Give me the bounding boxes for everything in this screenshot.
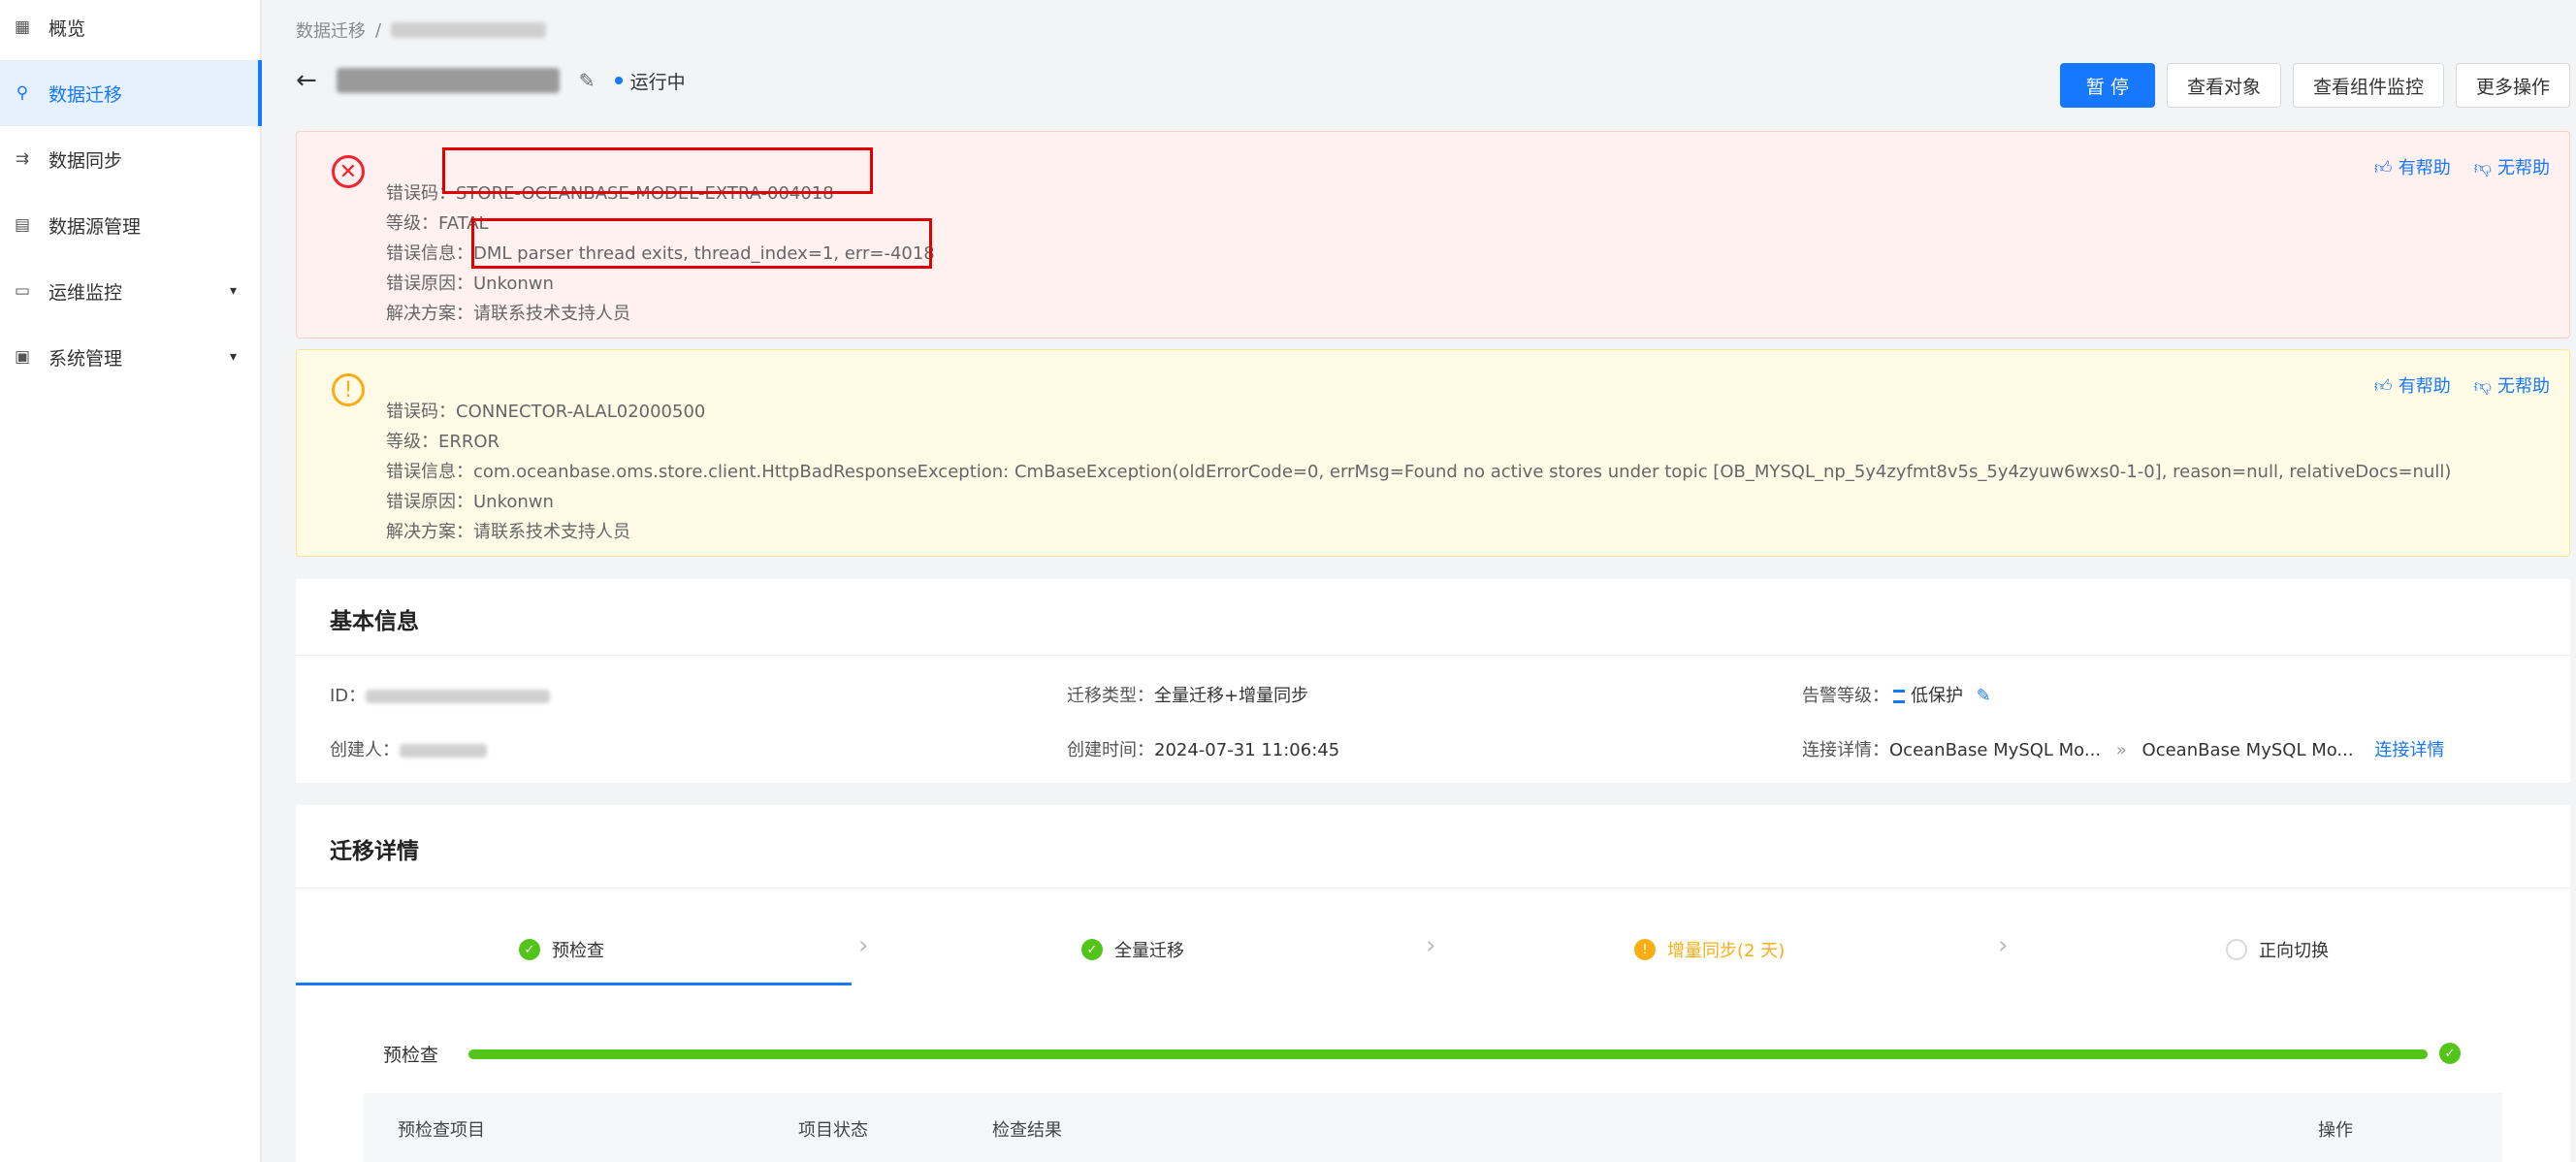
precheck-progress-bar xyxy=(468,1049,2428,1059)
status-badge: 运行中 xyxy=(614,68,686,94)
sidebar-item-monitor[interactable]: ▭ 运维监控 ▾ xyxy=(0,258,260,324)
sidebar-item-data-sync[interactable]: ⇉ 数据同步 xyxy=(0,126,260,192)
error-solution: 解决方案：请联系技术支持人员 xyxy=(386,304,630,324)
check-circle-icon: ✓ xyxy=(519,939,540,960)
chevron-down-icon[interactable]: ▾ xyxy=(230,349,237,365)
thumb-down-icon: 👎︎ xyxy=(2473,376,2492,397)
sync-icon: ⇉ xyxy=(15,149,30,169)
status-text: 运行中 xyxy=(629,71,686,93)
migration-detail-title: 迁移详情 xyxy=(330,839,419,864)
warning-circle-icon: ! xyxy=(332,373,365,406)
table-header-item: 预检查项目 xyxy=(398,1120,485,1141)
helpful-button[interactable]: 👍︎ 有帮助 xyxy=(2374,153,2451,183)
info-creator: 创建人： xyxy=(330,736,487,761)
warning-level: 等级：ERROR xyxy=(386,432,500,452)
breadcrumb-task-redacted xyxy=(391,22,547,38)
warning-alert: ! 👍︎ 有帮助 👎︎ 无帮助 错误码：CONNECTOR-ALAL02000500… xyxy=(296,349,2570,557)
monitor-icon: ▭ xyxy=(14,281,31,301)
action-toolbar: 暂 停 查看对象 查看组件监控 更多操作 xyxy=(2059,63,2570,108)
precheck-table-header: 预检查项目 项目状态 检查结果 操作 xyxy=(364,1093,2502,1162)
active-step-underline xyxy=(296,983,852,985)
sidebar: ▦ 概览 ⚲ 数据迁移 ⇉ 数据同步 ▤ 数据源管理 ▭ 运维监控 ▾ ▣ 系统… xyxy=(0,0,262,1162)
system-icon: ▣ xyxy=(14,347,31,367)
grid-icon: ▦ xyxy=(14,17,31,37)
thumb-up-icon: 👍︎ xyxy=(2373,158,2393,178)
alarm-level-icon xyxy=(1893,690,1905,703)
error-reason: 错误原因：Unkonwn xyxy=(386,274,554,294)
info-created-time: 创建时间：2024-07-31 11:06:45 xyxy=(1067,740,1340,760)
info-migration-type: 迁移类型：全量迁移+增量同步 xyxy=(1067,686,1309,706)
task-name-redacted xyxy=(336,68,560,93)
pending-circle-icon xyxy=(2226,939,2247,960)
pause-button[interactable]: 暂 停 xyxy=(2059,63,2155,108)
step-forward-switch[interactable]: 正向切换 xyxy=(2226,937,2329,962)
sidebar-item-data-migration[interactable]: ⚲ 数据迁移 xyxy=(0,60,262,126)
migrate-icon: ⚲ xyxy=(16,83,29,103)
precheck-progress-fill xyxy=(468,1049,2428,1059)
step-precheck[interactable]: ✓ 预检查 xyxy=(519,937,604,962)
sidebar-item-overview[interactable]: ▦ 概览 xyxy=(0,0,260,60)
step-incremental-sync[interactable]: ! 增量同步(2 天) xyxy=(1634,937,1785,962)
more-actions-button[interactable]: 更多操作 xyxy=(2455,63,2570,108)
status-dot-icon xyxy=(614,77,623,84)
table-header-status: 项目状态 xyxy=(798,1120,868,1141)
highlight-box-error-message xyxy=(471,218,932,269)
error-circle-icon: ✕ xyxy=(332,155,365,188)
breadcrumb-separator: / xyxy=(375,19,382,41)
basic-info-card: 基本信息 ID： 创建人： 迁移类型：全量迁移+增量同步 创建时间：2024-0… xyxy=(296,579,2570,783)
helpful-button[interactable]: 👍︎ 有帮助 xyxy=(2374,371,2451,402)
back-arrow-icon[interactable]: ← xyxy=(296,66,317,95)
warning-message: 错误信息：com.oceanbase.oms.store.client.Http… xyxy=(386,462,2452,482)
thumb-up-icon: 👍︎ xyxy=(2373,376,2393,397)
migration-steps: ✓ 预检查 › ✓ 全量迁移 › ! 增量同步(2 天) › 正向切换 xyxy=(296,888,2570,985)
info-alarm-level: 告警等级： 低保护 ✎ xyxy=(1802,686,1991,706)
chevron-down-icon[interactable]: ▾ xyxy=(230,283,237,299)
sidebar-item-system[interactable]: ▣ 系统管理 ▾ xyxy=(0,324,260,390)
edit-icon[interactable]: ✎ xyxy=(579,69,596,92)
feedback-links: 👍︎ 有帮助 👎︎ 无帮助 xyxy=(2374,153,2550,183)
warning-circle-icon: ! xyxy=(1634,939,1656,960)
sidebar-item-label: 概览 xyxy=(48,17,86,40)
error-alert: ✕ 👍︎ 有帮助 👎︎ 无帮助 错误码：STORE-OCEANBASE-MODEL-… xyxy=(296,131,2570,339)
step-arrow-icon: › xyxy=(1998,931,2009,960)
check-circle-icon: ✓ xyxy=(1081,939,1103,960)
sidebar-item-label: 数据迁移 xyxy=(48,83,123,106)
step-arrow-icon: › xyxy=(858,931,869,960)
edit-alarm-icon[interactable]: ✎ xyxy=(1977,686,1991,706)
step-arrow-icon: › xyxy=(1426,931,1436,960)
breadcrumb-root[interactable]: 数据迁移 xyxy=(296,17,366,43)
precheck-progress-label: 预检查 xyxy=(383,1045,439,1066)
highlight-box-error-code xyxy=(442,147,873,194)
progress-complete-icon: ✓ xyxy=(2439,1043,2461,1064)
component-monitor-button[interactable]: 查看组件监控 xyxy=(2292,63,2444,108)
not-helpful-button[interactable]: 👎︎ 无帮助 xyxy=(2474,153,2550,183)
title-row: ← ✎ 运行中 xyxy=(296,66,686,95)
warning-reason: 错误原因：Unkonwn xyxy=(386,492,554,512)
sidebar-item-label: 数据同步 xyxy=(48,149,123,172)
sidebar-item-label: 系统管理 xyxy=(48,347,123,370)
table-header-result: 检查结果 xyxy=(992,1120,1062,1141)
warning-solution: 解决方案：请联系技术支持人员 xyxy=(386,522,630,542)
sidebar-item-label: 数据源管理 xyxy=(48,215,142,238)
warning-code: 错误码：CONNECTOR-ALAL02000500 xyxy=(386,402,706,422)
datasource-icon: ▤ xyxy=(14,215,31,235)
sidebar-item-datasource[interactable]: ▤ 数据源管理 xyxy=(0,192,260,258)
thumb-down-icon: 👎︎ xyxy=(2473,158,2492,178)
info-connection: 连接详情：OceanBase MySQL Mo... » OceanBase M… xyxy=(1802,740,2445,760)
sidebar-item-label: 运维监控 xyxy=(48,281,123,304)
table-header-action: 操作 xyxy=(2318,1120,2353,1141)
not-helpful-button[interactable]: 👎︎ 无帮助 xyxy=(2474,371,2550,402)
info-id: ID： xyxy=(330,682,551,707)
view-objects-button[interactable]: 查看对象 xyxy=(2166,63,2281,108)
feedback-links: 👍︎ 有帮助 👎︎ 无帮助 xyxy=(2374,371,2550,402)
breadcrumb: 数据迁移 / xyxy=(296,17,547,43)
step-full-migration[interactable]: ✓ 全量迁移 xyxy=(1081,937,1184,962)
basic-info-title: 基本信息 xyxy=(330,609,419,634)
connection-detail-link[interactable]: 连接详情 xyxy=(2374,740,2444,760)
